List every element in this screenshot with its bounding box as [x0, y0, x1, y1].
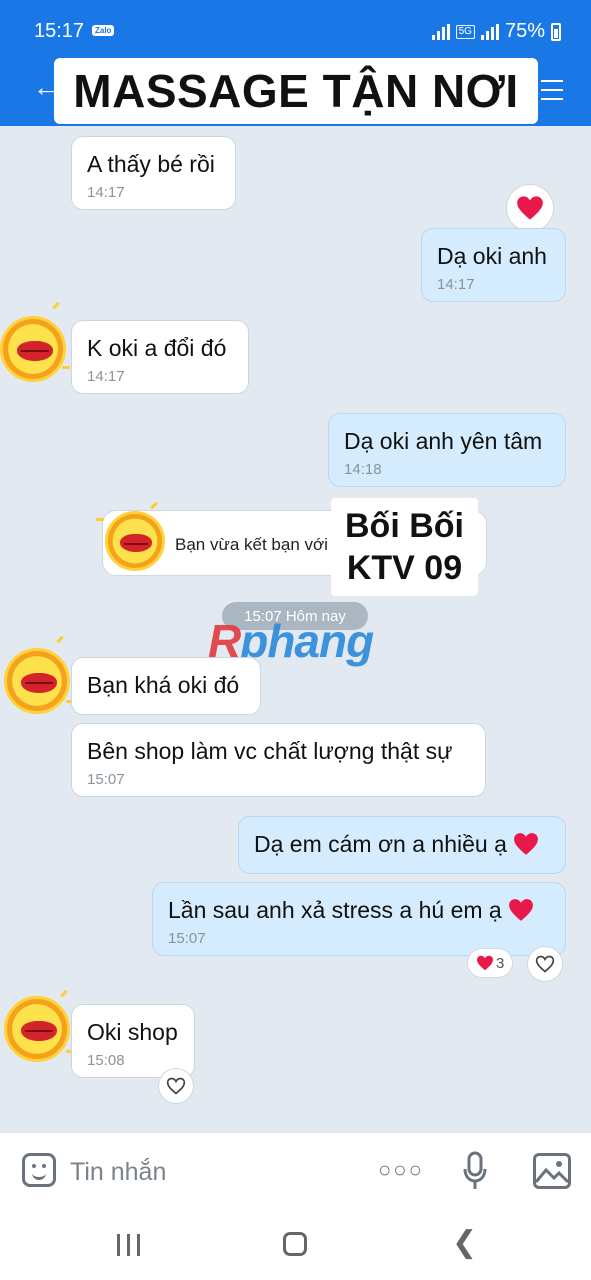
- status-time: 15:17: [34, 20, 85, 42]
- message-incoming[interactable]: Oki shop 15:08: [71, 1004, 195, 1078]
- message-input-bar: ○○○: [0, 1132, 591, 1208]
- message-time: 14:18: [344, 461, 382, 478]
- nav-back-icon[interactable]: ❮: [452, 1228, 477, 1258]
- contact-name-line2: KTV 09: [346, 549, 463, 587]
- chat-title: MASSAGE TẬN NƠI: [73, 65, 519, 117]
- message-time: 14:17: [437, 276, 475, 293]
- status-bar: 15:17 Zalo 5G 75%: [0, 0, 591, 56]
- message-text: Dạ oki anh yên tâm: [344, 428, 543, 454]
- chat-header: ← MASSAGE TẬN NƠI: [0, 56, 591, 126]
- status-indicators: 5G 75%: [431, 20, 561, 43]
- zalo-app-badge: Zalo: [92, 25, 115, 36]
- emoji-icon[interactable]: [22, 1153, 56, 1187]
- wifi-signal-icon: [431, 23, 450, 40]
- message-time: 15:07: [168, 930, 206, 947]
- cell-signal-icon: [480, 23, 499, 40]
- contact-avatar[interactable]: [0, 316, 66, 382]
- contact-avatar[interactable]: [4, 996, 70, 1062]
- message-text: Oki shop: [87, 1019, 178, 1045]
- message-text: Lần sau anh xả stress a hú em ạ: [168, 897, 502, 923]
- message-text: Dạ oki anh: [437, 243, 547, 269]
- message-input[interactable]: [70, 1155, 350, 1189]
- message-incoming[interactable]: A thấy bé rồi 14:17: [71, 136, 236, 210]
- notice-avatar: [105, 511, 165, 571]
- chat-title-card: MASSAGE TẬN NƠI: [54, 58, 538, 124]
- network-type: 5G: [455, 24, 475, 39]
- message-text: Dạ em cám ơn a nhiều ạ: [254, 831, 507, 857]
- chat-area[interactable]: A thấy bé rồi 14:17 Dạ oki anh 14:17 K o…: [0, 126, 591, 1132]
- like-heart-icon[interactable]: [527, 946, 563, 982]
- message-outgoing[interactable]: Dạ em cám ơn a nhiều ạ: [238, 816, 566, 874]
- message-text: K oki a đổi đó: [87, 335, 227, 361]
- battery-percent: 75%: [504, 20, 545, 42]
- message-text: Bạn khá oki đó: [87, 672, 240, 698]
- message-text: Bên shop làm vc chất lượng thật sự: [87, 738, 453, 764]
- reaction-count-value: 3: [496, 954, 505, 972]
- contact-name-line1: Bối Bối: [345, 507, 464, 545]
- image-icon[interactable]: [533, 1153, 571, 1189]
- heart-emoji-icon: [509, 899, 534, 921]
- mic-icon[interactable]: [462, 1151, 488, 1191]
- more-icon[interactable]: ○○○: [378, 1157, 424, 1183]
- message-outgoing[interactable]: Dạ oki anh 14:17: [421, 228, 566, 302]
- message-incoming[interactable]: Bạn khá oki đó: [71, 657, 261, 715]
- message-time: 15:07: [87, 771, 125, 788]
- notice-text: Bạn vừa kết bạn với: [175, 535, 328, 554]
- like-heart-icon[interactable]: [158, 1068, 194, 1104]
- menu-icon[interactable]: [541, 80, 563, 100]
- message-time: 14:17: [87, 184, 125, 201]
- message-time: 14:17: [87, 368, 125, 385]
- system-nav-bar: ❮: [0, 1208, 591, 1280]
- message-incoming[interactable]: K oki a đổi đó 14:17: [71, 320, 249, 394]
- message-text: A thấy bé rồi: [87, 151, 215, 177]
- message-outgoing[interactable]: Dạ oki anh yên tâm 14:18: [328, 413, 566, 487]
- reaction-count[interactable]: 3: [467, 948, 514, 978]
- recent-apps-icon[interactable]: [117, 1234, 140, 1256]
- heart-reaction-icon: [477, 955, 493, 971]
- contact-name-card: Bối Bối KTV 09: [331, 498, 478, 596]
- home-icon[interactable]: [283, 1232, 307, 1256]
- heart-reaction-icon[interactable]: [506, 184, 554, 232]
- contact-avatar[interactable]: [4, 648, 70, 714]
- message-outgoing[interactable]: Lần sau anh xả stress a hú em ạ 15:07: [152, 882, 566, 956]
- message-incoming[interactable]: Bên shop làm vc chất lượng thật sự 15:07: [71, 723, 486, 797]
- battery-icon: [551, 22, 561, 41]
- message-time: 15:08: [87, 1052, 125, 1069]
- heart-emoji-icon: [514, 833, 539, 855]
